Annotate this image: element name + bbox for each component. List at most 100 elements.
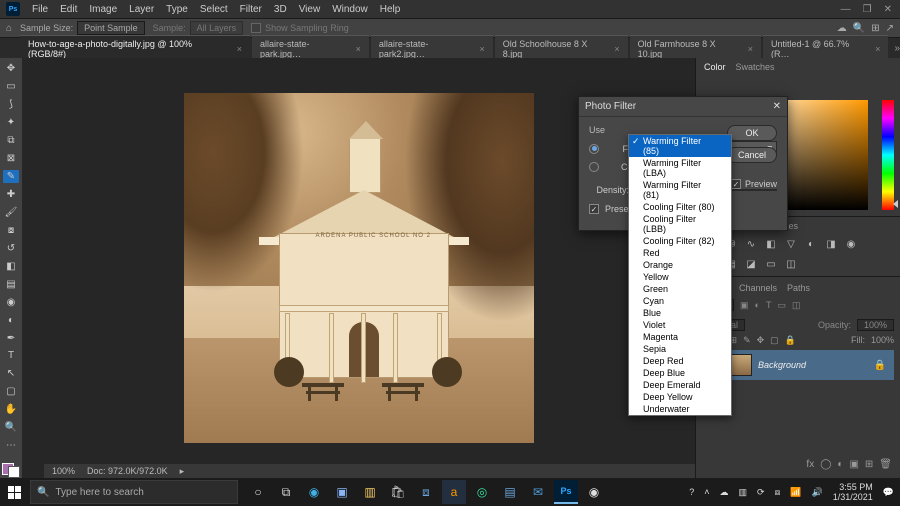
- menu-select[interactable]: Select: [194, 2, 234, 17]
- crop-tool-icon[interactable]: ⧉: [3, 134, 19, 147]
- close-icon[interactable]: ×: [748, 44, 753, 54]
- taskbar-search[interactable]: 🔍 Type here to search: [30, 480, 238, 504]
- filter-option[interactable]: Deep Blue: [629, 367, 731, 379]
- home-icon[interactable]: ⌂: [6, 23, 12, 34]
- filter-option[interactable]: Yellow: [629, 271, 731, 283]
- filter-option[interactable]: Cooling Filter (80): [629, 201, 731, 213]
- menu-3d[interactable]: 3D: [268, 2, 293, 17]
- cloud-icon[interactable]: ☁: [837, 23, 847, 34]
- tray-sync-icon[interactable]: ⟳: [757, 487, 765, 498]
- close-icon[interactable]: ✕: [773, 101, 781, 112]
- history-brush-icon[interactable]: ↺: [3, 242, 19, 255]
- eraser-tool-icon[interactable]: ◧: [3, 260, 19, 273]
- photo-filter-icon[interactable]: ◉: [844, 237, 858, 251]
- frame-tool-icon[interactable]: ⊠: [3, 152, 19, 165]
- explorer-icon[interactable]: ▥: [358, 480, 382, 504]
- amazon-icon[interactable]: a: [442, 480, 466, 504]
- task-view-icon[interactable]: ⧉: [274, 480, 298, 504]
- menu-layer[interactable]: Layer: [123, 2, 160, 17]
- layer-filter-type-icon[interactable]: T: [766, 300, 772, 310]
- tray-cloud-icon[interactable]: ☁: [720, 487, 729, 498]
- tray-calendar-icon[interactable]: ▥: [739, 487, 748, 498]
- filter-option[interactable]: Sepia: [629, 343, 731, 355]
- ok-button[interactable]: OK: [727, 125, 777, 141]
- tray-wifi-icon[interactable]: 📶: [790, 487, 801, 498]
- lock-icon[interactable]: 🔒: [874, 360, 890, 371]
- window-close-icon[interactable]: ✕: [884, 4, 892, 15]
- filter-option[interactable]: Orange: [629, 259, 731, 271]
- store-icon[interactable]: 🛍: [386, 480, 410, 504]
- workspace-icon[interactable]: ⊞: [871, 23, 879, 34]
- search-icon[interactable]: 🔍: [853, 23, 865, 34]
- tray-overflow-icon[interactable]: ˄: [704, 487, 709, 497]
- dropbox-icon[interactable]: ⧈: [414, 480, 438, 504]
- filter-option[interactable]: Deep Red: [629, 355, 731, 367]
- hue-icon[interactable]: ◐: [804, 237, 818, 251]
- curves-icon[interactable]: ∿: [744, 237, 758, 251]
- menu-file[interactable]: File: [26, 2, 54, 17]
- menu-view[interactable]: View: [293, 2, 327, 17]
- menu-type[interactable]: Type: [160, 2, 194, 17]
- lock-pixels-icon[interactable]: ✎: [743, 335, 751, 346]
- filter-option[interactable]: Cooling Filter (82): [629, 235, 731, 247]
- group-icon[interactable]: ▣: [849, 459, 858, 470]
- pen-tool-icon[interactable]: ✒: [3, 332, 19, 345]
- menu-filter[interactable]: Filter: [234, 2, 268, 17]
- delete-layer-icon[interactable]: 🗑: [879, 459, 892, 470]
- show-ring-checkbox[interactable]: [251, 23, 261, 33]
- menu-help[interactable]: Help: [374, 2, 407, 17]
- brush-tool-icon[interactable]: 🖌: [3, 206, 19, 219]
- filter-option[interactable]: Warming Filter (85): [629, 135, 731, 157]
- blur-tool-icon[interactable]: ◉: [3, 296, 19, 309]
- app-icon-1[interactable]: ▣: [330, 480, 354, 504]
- layer-filter-shape-icon[interactable]: ▭: [777, 300, 786, 311]
- shape-tool-icon[interactable]: ▢: [3, 385, 19, 398]
- menu-edit[interactable]: Edit: [54, 2, 83, 17]
- app-icon-2[interactable]: ▤: [498, 480, 522, 504]
- window-minimize-icon[interactable]: —: [841, 4, 851, 15]
- tab-swatches[interactable]: Swatches: [736, 62, 775, 72]
- sample-size-dropdown[interactable]: Point Sample: [77, 21, 145, 35]
- edit-toolbar-icon[interactable]: ⋯: [3, 439, 19, 452]
- close-icon[interactable]: ×: [875, 44, 880, 54]
- tabs-overflow-icon[interactable]: »: [894, 43, 900, 54]
- color-radio[interactable]: [589, 162, 599, 172]
- cancel-button[interactable]: Cancel: [727, 147, 777, 163]
- close-icon[interactable]: ×: [237, 44, 242, 54]
- filter-option[interactable]: Deep Yellow: [629, 391, 731, 403]
- tray-volume-icon[interactable]: 🔊: [812, 487, 823, 498]
- filter-option[interactable]: Cooling Filter (LBB): [629, 213, 731, 235]
- close-icon[interactable]: ×: [356, 44, 361, 54]
- filter-radio[interactable]: [589, 144, 599, 154]
- tab-paths[interactable]: Paths: [787, 283, 810, 293]
- lock-icon[interactable]: 🔒: [785, 335, 796, 346]
- eyedropper-tool-icon[interactable]: ✎: [3, 170, 19, 183]
- start-button[interactable]: [0, 478, 28, 506]
- gradient-tool-icon[interactable]: ▤: [3, 278, 19, 291]
- heal-tool-icon[interactable]: ✚: [3, 188, 19, 201]
- zoom-value[interactable]: 100%: [52, 466, 75, 476]
- mask-icon[interactable]: ◯: [820, 459, 831, 470]
- move-tool-icon[interactable]: ✥: [3, 62, 19, 75]
- filter-option[interactable]: Cyan: [629, 295, 731, 307]
- sample-dropdown[interactable]: All Layers: [190, 21, 244, 35]
- filter-option[interactable]: Warming Filter (LBA): [629, 157, 731, 179]
- path-tool-icon[interactable]: ↖: [3, 367, 19, 380]
- zoom-tool-icon[interactable]: 🔍: [3, 421, 19, 434]
- vibrance-icon[interactable]: ▽: [784, 237, 798, 251]
- window-restore-icon[interactable]: ❐: [863, 4, 872, 15]
- filter-option[interactable]: Deep Emerald: [629, 379, 731, 391]
- stamp-tool-icon[interactable]: ⧇: [3, 224, 19, 237]
- taskbar-clock[interactable]: 3:55 PM 1/31/2021: [833, 482, 873, 502]
- fx-icon[interactable]: fx: [806, 459, 814, 470]
- chrome-icon[interactable]: ◉: [582, 480, 606, 504]
- edge-icon[interactable]: ◉: [302, 480, 326, 504]
- menu-image[interactable]: Image: [83, 2, 123, 17]
- lasso-tool-icon[interactable]: ⟆: [3, 98, 19, 111]
- dodge-tool-icon[interactable]: ◐: [3, 314, 19, 327]
- exposure-icon[interactable]: ◧: [764, 237, 778, 251]
- preview-checkbox[interactable]: [731, 179, 741, 189]
- filter-option[interactable]: Magenta: [629, 331, 731, 343]
- close-icon[interactable]: ×: [480, 44, 485, 54]
- tab-color[interactable]: Color: [704, 62, 726, 72]
